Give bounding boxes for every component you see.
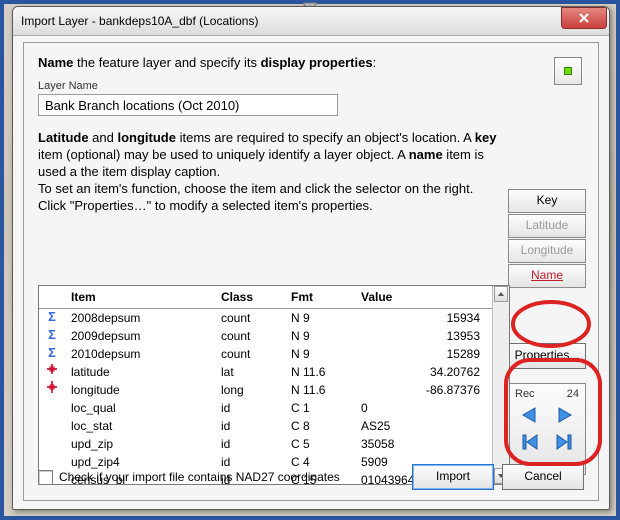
col-value[interactable]: Value	[355, 286, 492, 309]
table-row[interactable]: latitudelatN 11.634.20762	[39, 363, 492, 381]
cell-fmt: N 11.6	[285, 363, 355, 381]
close-button[interactable]	[561, 7, 607, 29]
sum-icon: Σ	[48, 345, 56, 363]
scroll-up-icon[interactable]	[494, 286, 508, 302]
main-panel: Name the feature layer and specify its d…	[23, 42, 599, 501]
cell-class: count	[215, 345, 285, 363]
key-selector[interactable]: Key	[508, 189, 586, 213]
sum-icon: Σ	[48, 309, 56, 327]
next-record-button[interactable]	[551, 406, 575, 427]
cell-class: count	[215, 327, 285, 345]
cell-class: id	[215, 417, 285, 435]
cell-fmt: C 1	[285, 399, 355, 417]
properties-button[interactable]: Properties...	[508, 343, 586, 369]
cell-item: 2010depsum	[65, 345, 215, 363]
table-row[interactable]: Σ 2010depsumcountN 915289	[39, 345, 492, 363]
table-row[interactable]: upd_zipidC 535058	[39, 435, 492, 453]
first-record-button[interactable]	[519, 433, 543, 454]
close-icon	[579, 13, 589, 23]
cell-fmt: N 9	[285, 309, 355, 328]
status-indicator[interactable]	[554, 57, 582, 85]
cell-value: 35058	[355, 435, 492, 453]
cell-fmt: N 11.6	[285, 381, 355, 399]
explanation-text: Latitude and longitude items are require…	[38, 130, 498, 214]
items-table[interactable]: Item Class Fmt Value Σ 2008depsumcountN 9…	[38, 285, 510, 485]
caption: Name the feature layer and specify its d…	[38, 55, 584, 70]
sum-icon: Σ	[48, 327, 56, 345]
table-scrollbar[interactable]	[492, 286, 509, 484]
cell-fmt: N 9	[285, 327, 355, 345]
record-nav-panel: Rec 24	[508, 383, 586, 475]
col-fmt[interactable]: Fmt	[285, 286, 355, 309]
cell-class: count	[215, 309, 285, 328]
prev-record-button[interactable]	[519, 406, 543, 427]
table-row[interactable]: longitudelongN 11.6-86.87376	[39, 381, 492, 399]
cell-value: -86.87376	[355, 381, 492, 399]
cell-value: 15289	[355, 345, 492, 363]
col-class[interactable]: Class	[215, 286, 285, 309]
table-header-row: Item Class Fmt Value	[39, 286, 492, 309]
layer-name-label: Layer Name	[38, 80, 584, 92]
rec-value: 24	[567, 388, 579, 400]
longitude-icon	[46, 381, 58, 399]
cell-class: id	[215, 435, 285, 453]
rec-label: Rec	[515, 388, 535, 400]
table-row[interactable]: loc_statidC 8AS25	[39, 417, 492, 435]
table-row[interactable]: Σ 2009depsumcountN 913953	[39, 327, 492, 345]
cell-item: latitude	[65, 363, 215, 381]
cell-value: 0	[355, 399, 492, 417]
cell-item: 2009depsum	[65, 327, 215, 345]
titlebar: Import Layer - bankdeps10A_dbf (Location…	[13, 7, 609, 36]
cell-value: 13953	[355, 327, 492, 345]
cancel-button[interactable]: Cancel	[502, 464, 584, 490]
latitude-selector[interactable]: Latitude	[508, 214, 586, 238]
table-row[interactable]: loc_qualidC 10	[39, 399, 492, 417]
cell-class: id	[215, 399, 285, 417]
cell-fmt: C 8	[285, 417, 355, 435]
name-selector[interactable]: Name	[508, 264, 586, 288]
cell-value: AS25	[355, 417, 492, 435]
col-item[interactable]: Item	[65, 286, 215, 309]
nad27-checkbox[interactable]	[38, 470, 53, 485]
footer: Check if your import file contains NAD27…	[38, 464, 584, 490]
dialog-window: Import Layer - bankdeps10A_dbf (Location…	[12, 6, 610, 510]
cell-item: loc_qual	[65, 399, 215, 417]
last-record-button[interactable]	[551, 433, 575, 454]
cell-class: long	[215, 381, 285, 399]
table-row[interactable]: Σ 2008depsumcountN 915934	[39, 309, 492, 328]
selector-column: Key Latitude Longitude Name Properties..…	[508, 189, 586, 475]
cell-fmt: C 5	[285, 435, 355, 453]
layer-name-input[interactable]	[38, 94, 338, 116]
latitude-icon	[46, 363, 58, 381]
window-title: Import Layer - bankdeps10A_dbf (Location…	[21, 14, 258, 28]
cell-item: 2008depsum	[65, 309, 215, 328]
longitude-selector[interactable]: Longitude	[508, 239, 586, 263]
cell-value: 34.20762	[355, 363, 492, 381]
import-button[interactable]: Import	[412, 464, 494, 490]
cell-class: lat	[215, 363, 285, 381]
cell-item: loc_stat	[65, 417, 215, 435]
nad27-label: Check if your import file contains NAD27…	[59, 470, 340, 484]
cell-value: 15934	[355, 309, 492, 328]
cell-item: upd_zip	[65, 435, 215, 453]
cell-fmt: N 9	[285, 345, 355, 363]
cell-item: longitude	[65, 381, 215, 399]
